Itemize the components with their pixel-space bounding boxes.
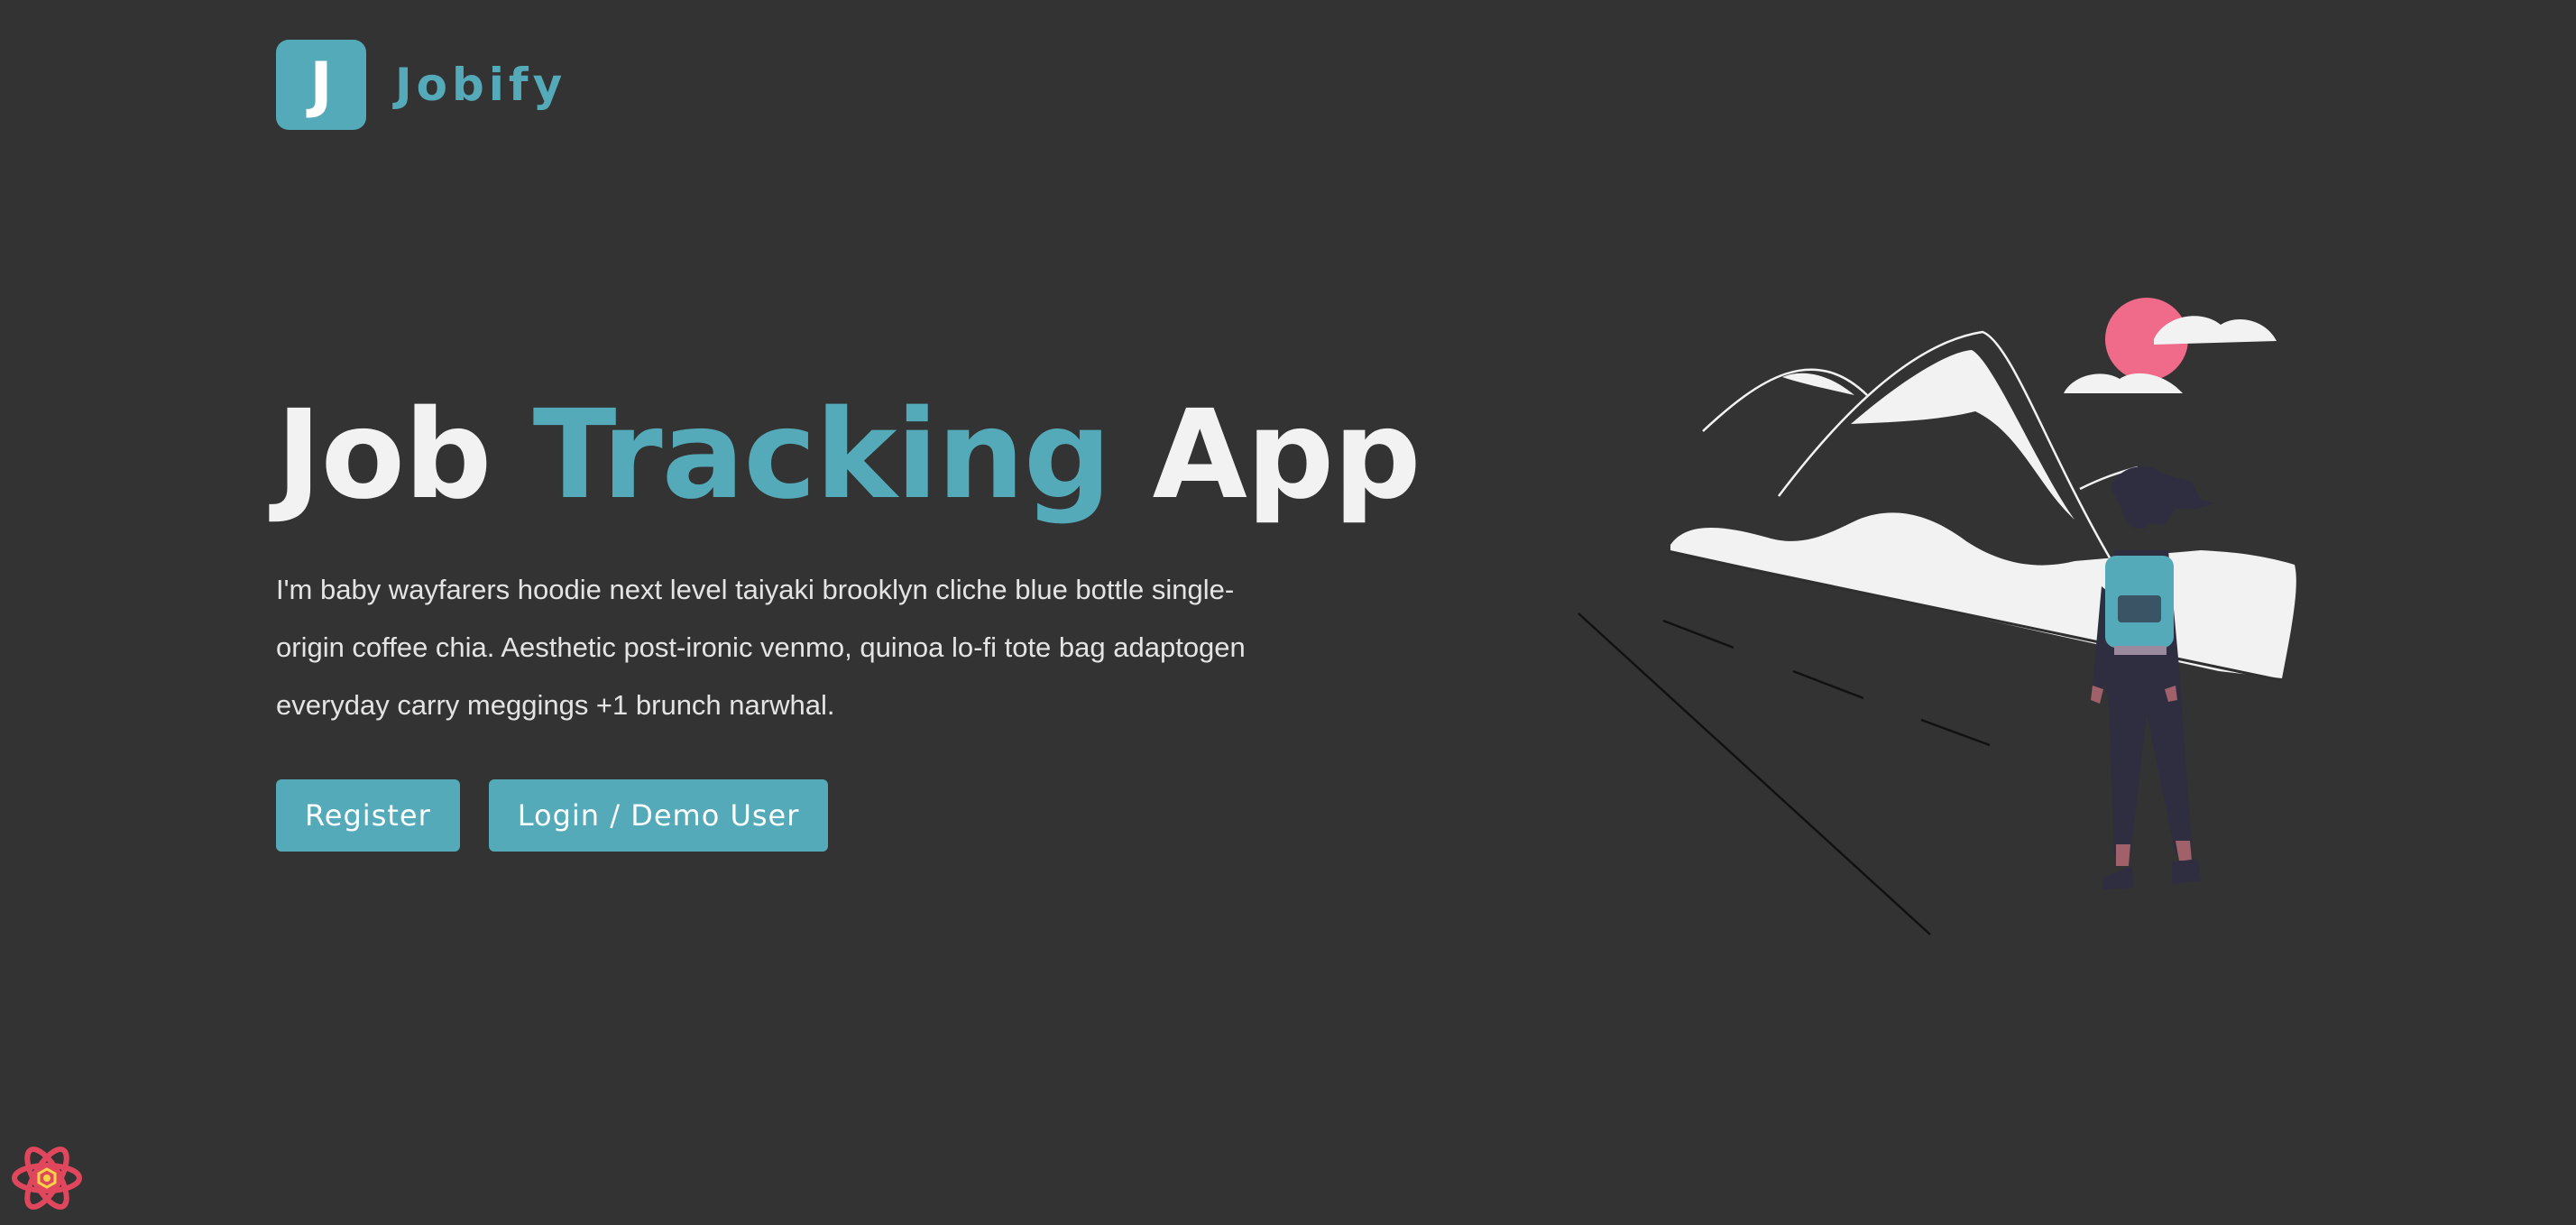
react-devtools-icon[interactable]: [9, 1140, 85, 1216]
hiker-head: [2121, 482, 2157, 529]
mountain-snow-left: [1782, 373, 1854, 395]
hiker-ankle-right: [2176, 841, 2192, 861]
hiker-ankle-left: [2116, 844, 2130, 866]
hero-section: Job Tracking App I'm baby wayfarers hood…: [276, 379, 1421, 852]
hero-actions: Register Login / Demo User: [276, 779, 1358, 852]
login-demo-button[interactable]: Login / Demo User: [488, 779, 829, 852]
backpack-pocket: [2118, 595, 2161, 622]
logo-letter: J: [309, 49, 333, 121]
brand-name: Jobify: [395, 59, 567, 111]
hero-description: I'm baby wayfarers hoodie next level tai…: [276, 574, 1246, 721]
path-dash-2: [1792, 669, 1864, 700]
backpack-strap: [2114, 646, 2167, 655]
path-dash-1: [1662, 619, 1734, 649]
mountain-snow-main: [1851, 350, 2075, 520]
title-part-app: App: [1110, 384, 1421, 527]
logo-icon: J: [276, 40, 366, 130]
hiker-mountains-illustration: [1578, 298, 2296, 935]
page-title: Job Tracking App: [276, 379, 1421, 532]
hiker-shoe-right: [2172, 859, 2201, 884]
navbar: J Jobify: [276, 40, 566, 130]
hiker-figure: [2091, 466, 2215, 889]
title-part-job: Job: [276, 384, 533, 527]
path-line-long: [1578, 612, 1931, 935]
land-mass: [1670, 512, 2296, 678]
hiker-shoe-left: [2102, 866, 2134, 889]
title-accent-tracking: Tracking: [532, 384, 1112, 527]
register-button[interactable]: Register: [276, 779, 460, 852]
path-dash-3: [1920, 718, 1991, 747]
